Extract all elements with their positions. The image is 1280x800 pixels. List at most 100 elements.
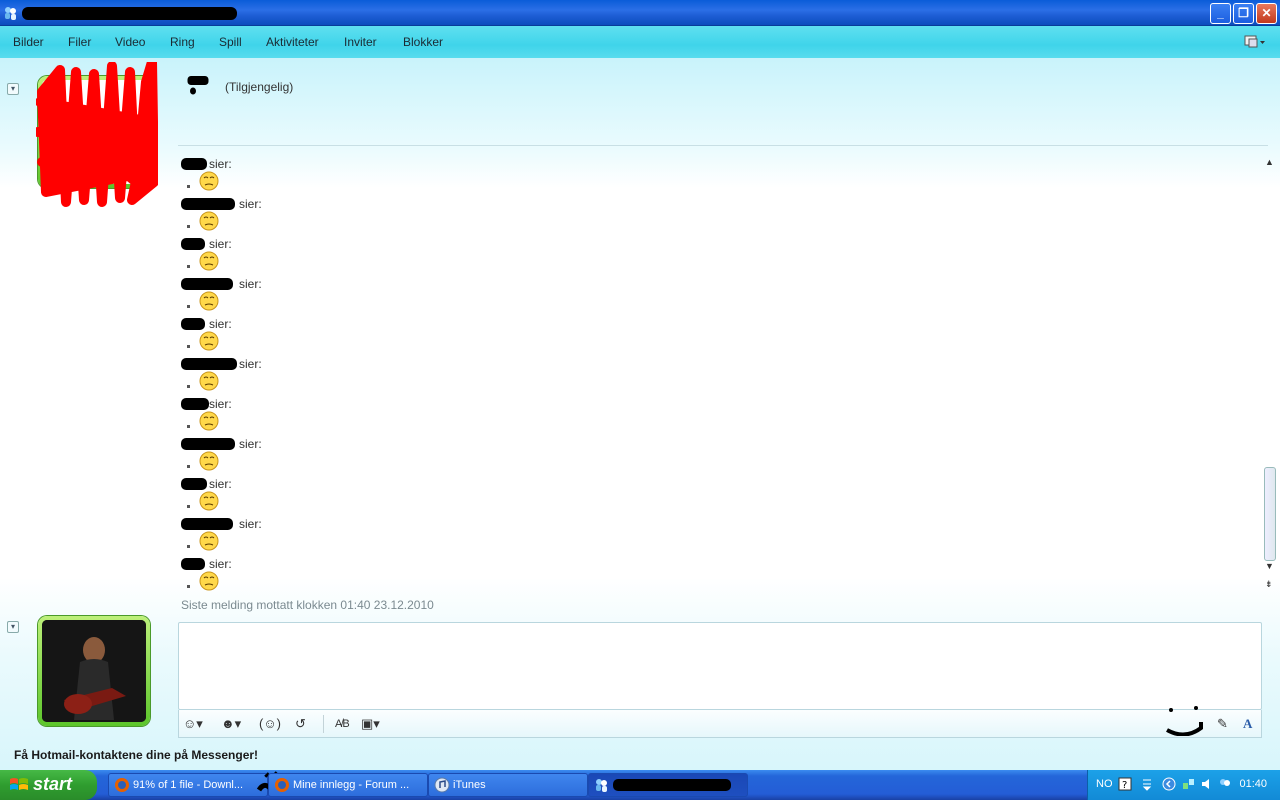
last-message-timestamp: Siste melding mottatt klokken 01:40 23.1…: [181, 598, 434, 612]
message-bullet: [187, 465, 190, 468]
volume-icon[interactable]: [1200, 777, 1214, 791]
emoticon-picker-icon[interactable]: ☺▾: [183, 714, 203, 734]
message-entry: sier:: [178, 352, 478, 392]
sender-name-redaction: [181, 358, 237, 370]
scroll-bottom-icon[interactable]: ⇟: [1265, 579, 1273, 590]
scroll-up-icon[interactable]: ▲: [1265, 157, 1274, 167]
rolling-eyes-emoticon-icon: [199, 331, 219, 351]
contact-avatar[interactable]: [36, 62, 158, 207]
taskbar: start 91% of 1 file - Downl... Mine innl…: [0, 770, 1280, 800]
help-icon[interactable]: ?: [1118, 777, 1132, 791]
show-menu-icon[interactable]: [1244, 35, 1266, 49]
says-label: sier:: [209, 237, 232, 251]
svg-text:?: ?: [1122, 780, 1127, 791]
says-label: sier:: [209, 157, 232, 171]
taskbar-item-forum[interactable]: Mine innlegg - Forum ...: [268, 773, 428, 797]
message-entry: sier:: [178, 512, 478, 552]
message-bullet: [187, 265, 190, 268]
menu-video[interactable]: Video: [115, 35, 145, 49]
collapse-contact-icon[interactable]: ▾: [7, 83, 19, 95]
task-label: Mine innlegg - Forum ...: [293, 779, 410, 791]
menu-inviter[interactable]: Inviter: [344, 35, 377, 49]
rolling-eyes-emoticon-icon: [199, 291, 219, 311]
message-bullet: [187, 545, 190, 548]
message-entry: sier:: [178, 472, 478, 512]
header-divider: [178, 145, 1268, 146]
message-entry: sier:: [178, 392, 478, 432]
says-label: sier:: [239, 197, 262, 211]
taskbar-item-messenger[interactable]: [588, 773, 748, 797]
menu-aktiviteter[interactable]: Aktiviteter: [266, 35, 319, 49]
rolling-eyes-emoticon-icon: [199, 211, 219, 231]
message-bullet: [187, 305, 190, 308]
says-label: sier:: [239, 277, 262, 291]
message-bullet: [187, 345, 190, 348]
own-avatar-image: [42, 620, 146, 722]
sender-name-redaction: [181, 518, 233, 530]
network-icon[interactable]: [1182, 777, 1196, 791]
message-input[interactable]: [178, 622, 1262, 710]
message-entry: sier:: [178, 272, 478, 312]
start-label: start: [33, 774, 73, 794]
nudge-icon[interactable]: ↺: [295, 714, 306, 734]
message-bullet: [187, 585, 190, 588]
sender-name-redaction: [181, 398, 209, 410]
rolling-eyes-emoticon-icon: [199, 571, 219, 591]
background-picker-icon[interactable]: ▣▾: [361, 714, 380, 734]
taskbar-item-firefox-downloads[interactable]: 91% of 1 file - Downl...: [108, 773, 268, 797]
scroll-down-icon[interactable]: ▼: [1265, 561, 1274, 571]
messenger-tray-icon[interactable]: [1218, 777, 1232, 791]
toolbar-divider: [323, 715, 324, 733]
rolling-eyes-emoticon-icon: [199, 371, 219, 391]
system-tray: NO ? 01:40: [1087, 770, 1280, 800]
sender-name-redaction: [181, 278, 233, 290]
message-bullet: [187, 505, 190, 508]
rolling-eyes-emoticon-icon: [199, 451, 219, 471]
says-label: sier:: [239, 517, 262, 531]
says-label: sier:: [239, 357, 262, 371]
says-label: sier:: [209, 477, 232, 491]
rolling-eyes-emoticon-icon: [199, 411, 219, 431]
collapse-own-icon[interactable]: ▾: [7, 621, 19, 633]
handwriting-icon[interactable]: ✎: [1217, 714, 1228, 734]
message-bullet: [187, 225, 190, 228]
conversation-history: sier: sier: sier: sier: sier: sier: sier: sier:…: [178, 152, 1260, 592]
font-icon[interactable]: A: [1243, 714, 1252, 734]
own-avatar[interactable]: [38, 616, 150, 726]
menu-filer[interactable]: Filer: [68, 35, 91, 49]
wink-picker-icon[interactable]: ☻▾: [221, 714, 241, 734]
contact-name-redaction: [187, 76, 209, 95]
menu-blokker[interactable]: Blokker: [403, 35, 443, 49]
taskbar-item-itunes[interactable]: iTunes: [428, 773, 588, 797]
conversation-scrollbar[interactable]: ▲ ▼ ⇟: [1262, 155, 1278, 595]
title-bar: _ ❐ ✕: [0, 0, 1280, 26]
windows-flag-icon: [10, 778, 28, 790]
input-toolbar: ☺▾ ☻▾ (☺) ↺ A̸B ▣▾ ✎ A: [178, 706, 1262, 738]
close-button[interactable]: ✕: [1256, 3, 1277, 24]
show-hidden-icons[interactable]: [1162, 777, 1176, 791]
voice-clip-icon[interactable]: (☺): [259, 714, 281, 734]
drawn-smiley-scribble: [1166, 706, 1203, 736]
message-bullet: [187, 385, 190, 388]
contact-status: (Tilgjengelig): [225, 80, 294, 94]
hotmail-promo-link[interactable]: Få Hotmail-kontaktene dine på Messenger!: [14, 748, 258, 762]
start-button[interactable]: start: [0, 770, 97, 800]
input-options-icon[interactable]: [1140, 777, 1154, 791]
scroll-thumb[interactable]: [1264, 467, 1276, 561]
messenger-icon: [596, 779, 607, 792]
says-label: sier:: [239, 437, 262, 451]
menu-bilder[interactable]: Bilder: [13, 35, 44, 49]
spellcheck-icon[interactable]: A̸B: [335, 714, 350, 734]
language-indicator[interactable]: NO: [1096, 778, 1113, 790]
message-entry: sier:: [178, 312, 478, 352]
restore-button[interactable]: ❐: [1233, 3, 1254, 24]
message-bullet: [187, 185, 190, 188]
menu-ring[interactable]: Ring: [170, 35, 195, 49]
message-entry: sier:: [178, 432, 478, 472]
menu-spill[interactable]: Spill: [219, 35, 242, 49]
minimize-button[interactable]: _: [1210, 3, 1231, 24]
says-label: sier:: [209, 557, 232, 571]
task-label-redaction: [613, 779, 731, 792]
sender-name-redaction: [181, 238, 205, 250]
clock[interactable]: 01:40: [1239, 778, 1267, 790]
